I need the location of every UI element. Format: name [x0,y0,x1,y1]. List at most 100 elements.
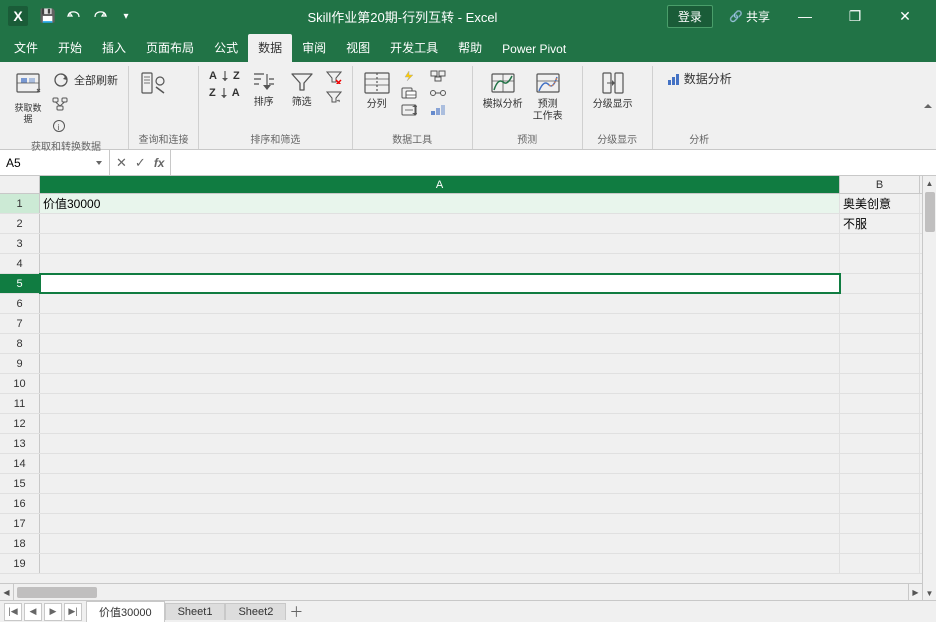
col-header-b[interactable]: B [840,176,920,193]
tab-home[interactable]: 开始 [48,34,92,62]
ribbon-collapse-button[interactable] [920,62,936,150]
cell-b10[interactable] [840,374,920,393]
v-scroll-down-button[interactable]: ▼ [923,586,936,600]
cell-a9[interactable] [40,354,840,373]
tab-help[interactable]: 帮助 [448,34,492,62]
tab-view[interactable]: 视图 [336,34,380,62]
cell-b13[interactable] [840,434,920,453]
clear-filter-button[interactable] [322,68,346,86]
row-num-6[interactable]: 6 [0,294,40,313]
cell-a12[interactable] [40,414,840,433]
manage-data-model-button[interactable] [426,102,450,118]
cell-b3[interactable] [840,234,920,253]
tab-power-pivot[interactable]: Power Pivot [492,37,576,62]
cell-a5[interactable] [40,274,840,293]
sheet-tab-value[interactable]: 价值30000 [86,601,165,622]
sheet-nav-next[interactable]: ▶ [44,603,62,621]
data-analysis-button[interactable]: 数据分析 [659,66,740,91]
cell-a7[interactable] [40,314,840,333]
close-button[interactable]: ✕ [882,0,928,32]
col-header-a[interactable]: A [40,176,840,193]
cell-a4[interactable] [40,254,840,273]
row-num-1[interactable]: 1 [0,194,40,213]
redo-button[interactable] [88,4,112,28]
v-scroll-up-button[interactable]: ▲ [923,176,936,190]
tab-formulas[interactable]: 公式 [204,34,248,62]
tab-insert[interactable]: 插入 [92,34,136,62]
tab-review[interactable]: 审阅 [292,34,336,62]
share-button[interactable]: 🔗 共享 [721,0,778,32]
cell-b14[interactable] [840,454,920,473]
tab-page-layout[interactable]: 页面布局 [136,34,204,62]
flash-fill-button[interactable] [397,68,424,84]
cell-a2[interactable] [40,214,840,233]
tab-developer[interactable]: 开发工具 [380,34,448,62]
sort-az-button[interactable]: A Z [205,68,244,84]
cancel-formula-button[interactable]: ✕ [114,155,129,171]
cell-b4[interactable] [840,254,920,273]
cell-b2[interactable]: 不服 [840,214,920,233]
undo-button[interactable] [62,4,86,28]
row-num-2[interactable]: 2 [0,214,40,233]
v-scroll-thumb[interactable] [925,192,935,232]
cell-b7[interactable] [840,314,920,333]
cell-a6[interactable] [40,294,840,313]
sheet-tab-1[interactable]: Sheet1 [165,603,226,620]
properties-button[interactable]: i [48,116,122,136]
row-num-10[interactable]: 10 [0,374,40,393]
accept-formula-button[interactable]: ✓ [133,155,148,171]
row-num-13[interactable]: 13 [0,434,40,453]
queries-connections-button[interactable] [135,66,171,100]
sort-za-button[interactable]: Z A [205,85,244,101]
data-validation-button[interactable] [397,102,424,118]
cell-a13[interactable] [40,434,840,453]
cell-a8[interactable] [40,334,840,353]
cell-b6[interactable] [840,294,920,313]
h-scroll-left-button[interactable]: ◀ [0,584,14,600]
cell-a14[interactable] [40,454,840,473]
cell-b5[interactable] [840,274,920,293]
consolidate-button[interactable] [426,68,450,84]
cell-b11[interactable] [840,394,920,413]
text-to-columns-button[interactable]: 分列 [359,66,395,114]
tab-file[interactable]: 文件 [4,34,48,62]
save-button[interactable]: 💾 [36,4,60,28]
h-scroll-right-button[interactable]: ▶ [908,584,922,600]
get-data-button[interactable]: 获取数据 [10,66,46,128]
cell-a1[interactable]: 价值30000 [40,194,840,213]
login-button[interactable]: 登录 [667,5,713,28]
cell-b9[interactable] [840,354,920,373]
row-num-11[interactable]: 11 [0,394,40,413]
minimize-button[interactable]: — [782,0,828,32]
sheet-nav-prev[interactable]: ◀ [24,603,42,621]
cell-a10[interactable] [40,374,840,393]
forecast-sheet-button[interactable]: 预测工作表 [529,66,567,126]
col-a-resize[interactable] [836,176,842,193]
cell-b12[interactable] [840,414,920,433]
filter-button[interactable]: 筛选 [284,66,320,112]
restore-button[interactable]: ❐ [832,0,878,32]
row-num-4[interactable]: 4 [0,254,40,273]
row-num-7[interactable]: 7 [0,314,40,333]
cell-b1[interactable]: 奥美创意 [840,194,920,213]
row-num-5[interactable]: 5 [0,274,40,293]
row-num-14[interactable]: 14 [0,454,40,473]
cell-b8[interactable] [840,334,920,353]
row-num-9[interactable]: 9 [0,354,40,373]
sheet-nav-first[interactable]: |◀ [4,603,22,621]
add-sheet-button[interactable]: ＋ [286,603,306,621]
insert-function-button[interactable]: fx [152,156,167,170]
group-button[interactable]: 分级显示 [589,66,637,114]
remove-duplicates-button[interactable] [397,85,424,101]
connections-button[interactable] [48,94,122,114]
sheet-tab-2[interactable]: Sheet2 [225,603,286,620]
row-num-3[interactable]: 3 [0,234,40,253]
cell-a11[interactable] [40,394,840,413]
relationships-button[interactable] [426,85,450,101]
sort-button[interactable]: 排序 [246,66,282,112]
h-scroll-thumb[interactable] [17,587,97,598]
whatif-analysis-button[interactable]: 模拟分析 [479,66,527,114]
sheet-nav-last[interactable]: ▶| [64,603,82,621]
refresh-all-button[interactable]: 全部刷新 [48,68,122,92]
reapply-filter-button[interactable] [322,88,346,106]
